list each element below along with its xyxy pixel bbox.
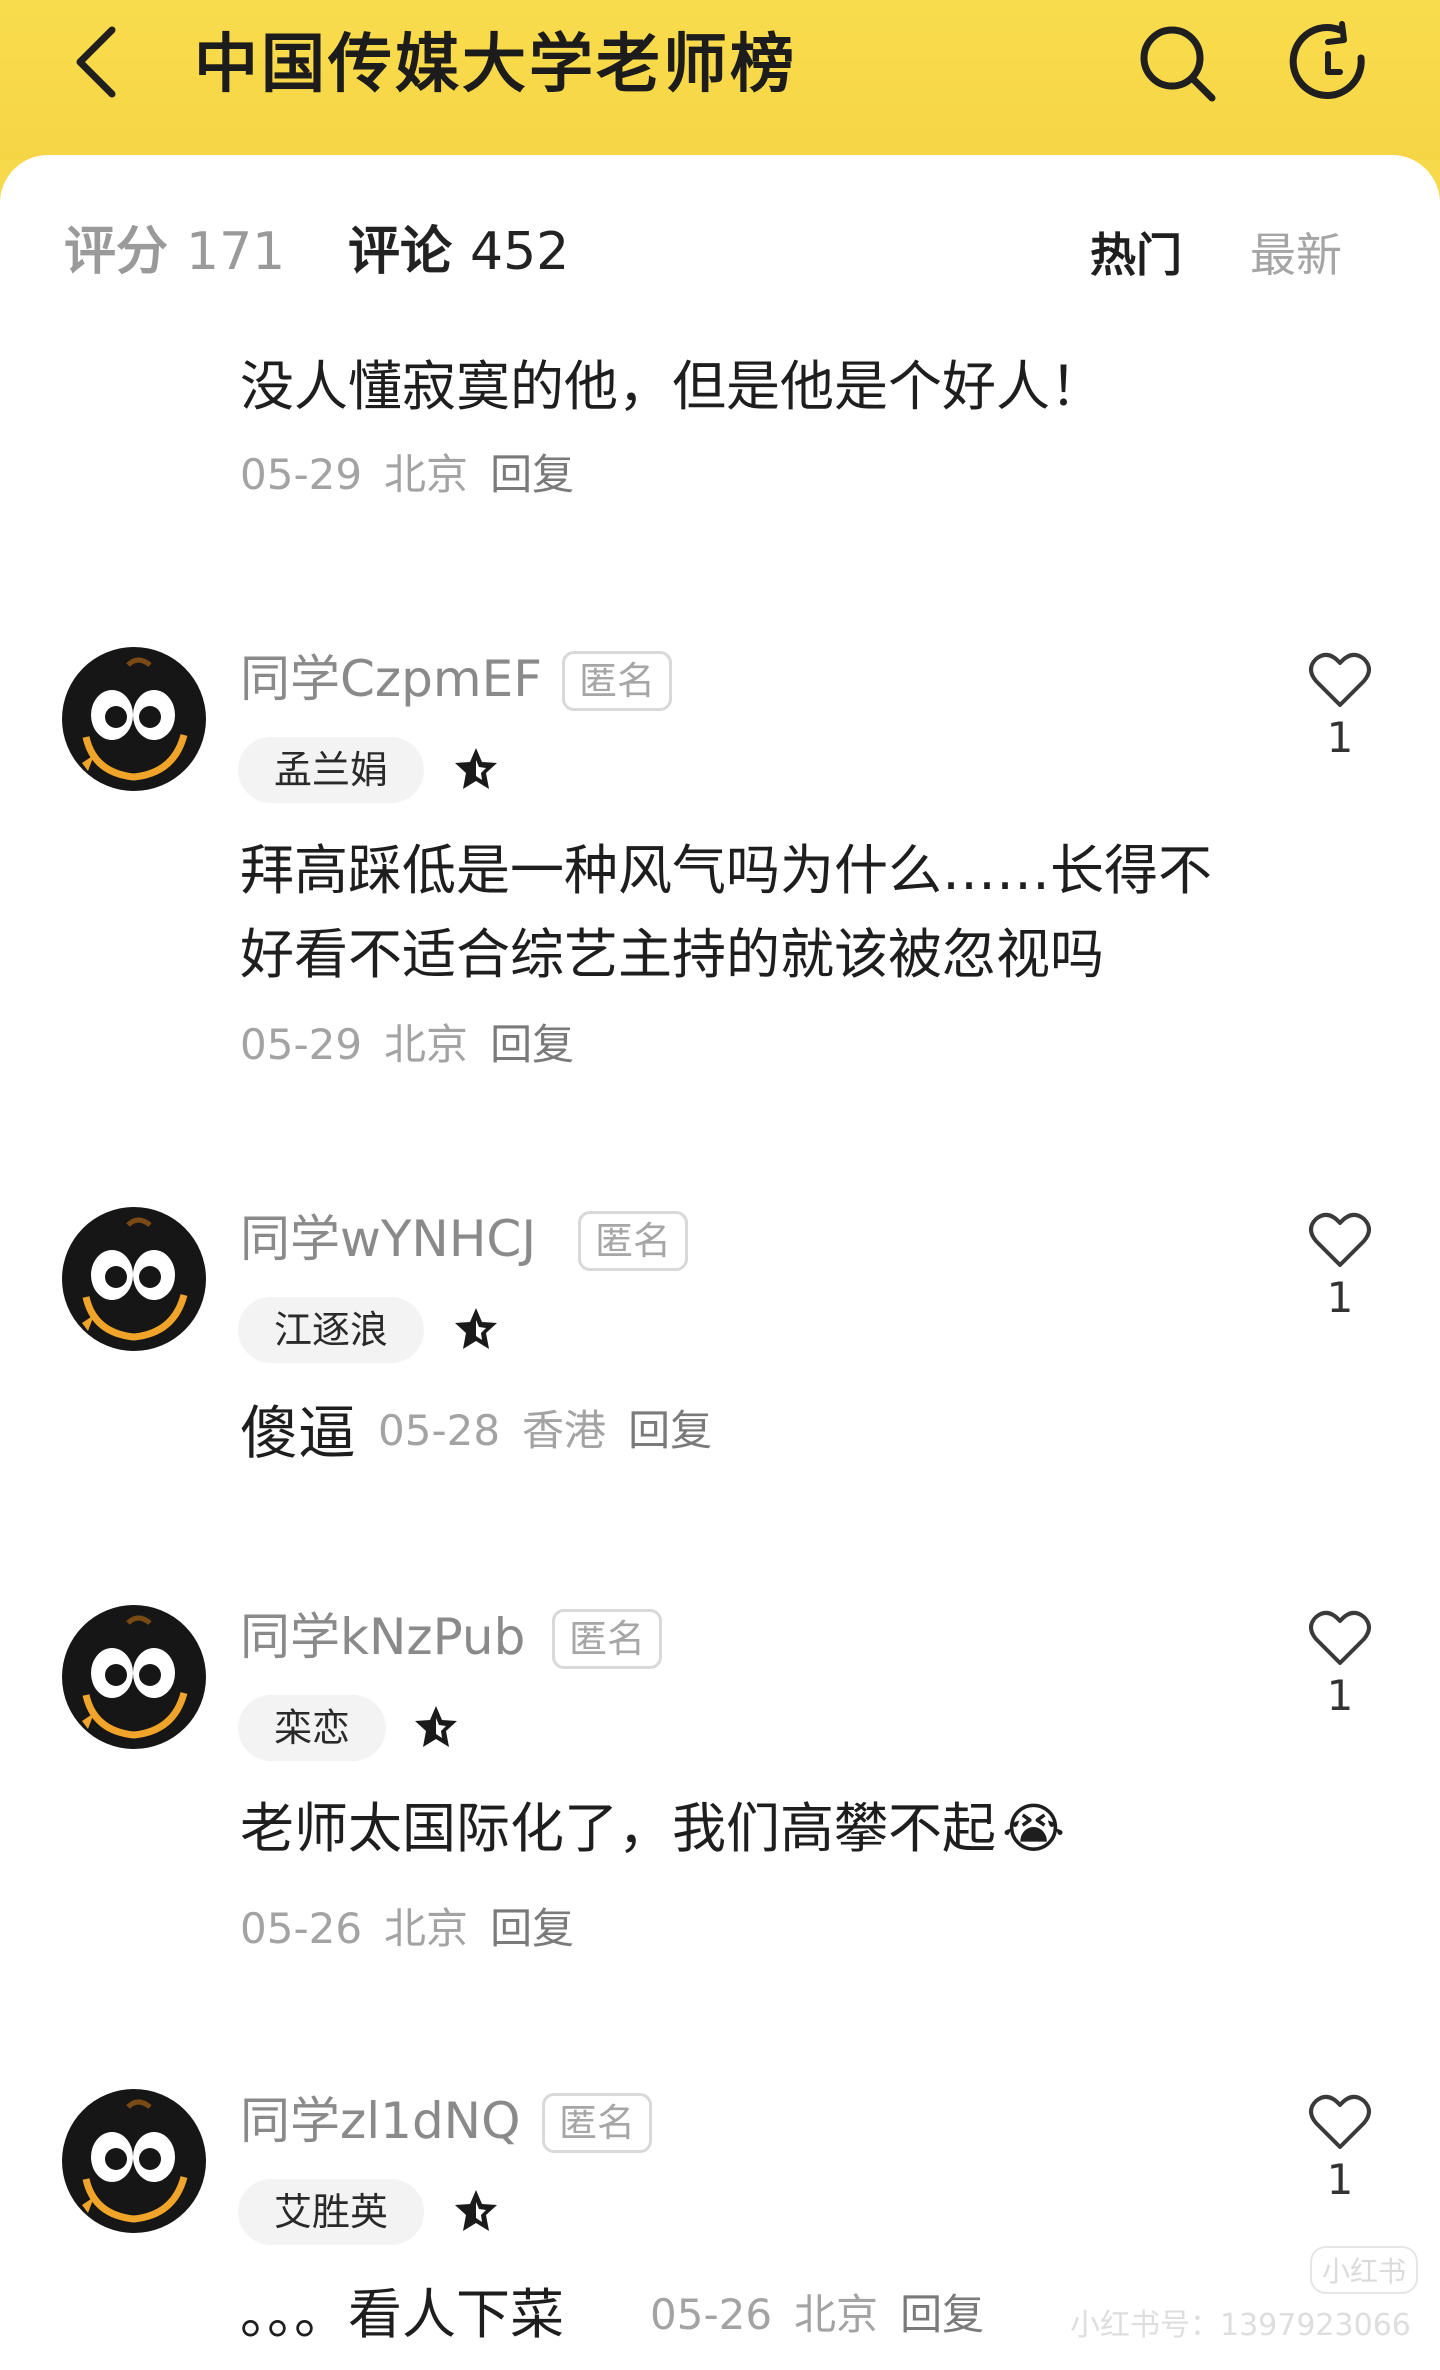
- like-count: 1: [1326, 713, 1354, 762]
- comment-location: 香港: [522, 1406, 607, 1455]
- refresh-icon: [1289, 21, 1365, 99]
- comment-text: 没人懂寂寞的他，但是他是个好人！: [240, 355, 1104, 418]
- comment-meta: 05-29 北京 回复: [240, 1015, 596, 1075]
- anonymous-badge: 匿名: [562, 651, 673, 711]
- sort-new-button[interactable]: 最新: [1250, 225, 1342, 285]
- tab-rating-label: 评分: [64, 222, 169, 282]
- anonymous-badge: 匿名: [542, 2093, 653, 2153]
- comment-username[interactable]: 同学wYNHCJ: [240, 1205, 536, 1273]
- like-count: 1: [1326, 2155, 1354, 2204]
- tab-comments-count: 452: [470, 222, 570, 282]
- comment-username[interactable]: 同学zl1dNQ: [240, 2087, 520, 2155]
- heart-icon[interactable]: [1308, 1211, 1372, 1269]
- comment-text: 。。。看人下菜: [240, 2283, 564, 2346]
- sort-hot-button[interactable]: 热门: [1090, 225, 1182, 285]
- back-button[interactable]: [66, 22, 136, 102]
- star-rating-icon: [455, 1308, 497, 1349]
- comment-location: 北京: [384, 1020, 469, 1069]
- reply-button[interactable]: 回复: [628, 1406, 712, 1455]
- crying-emoji-icon: 😭: [1002, 1797, 1066, 1860]
- heart-icon[interactable]: [1308, 2093, 1372, 2151]
- comment-meta: 05-26 北京 回复: [240, 1899, 596, 1959]
- star-rating-icon: [455, 748, 497, 789]
- tab-comments-label: 评论: [348, 222, 453, 282]
- comment-text-line: 好看不适合综艺主持的就该被忽视吗: [240, 923, 1104, 986]
- comment-date: 05-26: [240, 1904, 363, 1953]
- comment-meta: 05-26 北京 回复: [650, 2285, 1006, 2345]
- reply-button[interactable]: 回复: [490, 450, 574, 499]
- page-title: 中国传媒大学老师榜: [194, 28, 797, 102]
- comment-text: 傻逼: [240, 1399, 357, 1467]
- tab-rating-count: 171: [186, 222, 286, 282]
- comment-date: 05-28: [378, 1406, 501, 1455]
- tab-comments[interactable]: 评论 452: [348, 217, 569, 287]
- comment-text-body: 老师太国际化了，我们高攀不起: [240, 1797, 996, 1860]
- like-count: 1: [1326, 1273, 1354, 1322]
- comment-text: 老师太国际化了，我们高攀不起 😭: [240, 1787, 1065, 1871]
- anonymous-badge: 匿名: [578, 1211, 689, 1271]
- star-rating-icon: [455, 2190, 497, 2231]
- comment-location: 北京: [794, 2290, 879, 2339]
- comment-location: 北京: [384, 1904, 469, 1953]
- comment-date: 05-29: [240, 1020, 363, 1069]
- teacher-tag[interactable]: 栾恋: [238, 1695, 387, 1761]
- comments-panel: 评分 171 评论 452 热门 最新 没人懂寂寞的他，但是他是个好人！ 05-29…: [0, 155, 1440, 2370]
- tab-rating[interactable]: 评分 171: [64, 217, 285, 287]
- heart-icon[interactable]: [1308, 651, 1372, 709]
- heart-icon[interactable]: [1308, 1609, 1372, 1667]
- search-button[interactable]: [1136, 22, 1218, 104]
- avatar[interactable]: [60, 1603, 208, 1751]
- refresh-button[interactable]: [1284, 20, 1370, 106]
- avatar[interactable]: [60, 2087, 208, 2235]
- top-bar: 中国传媒大学老师榜: [0, 0, 1440, 160]
- anonymous-badge: 匿名: [552, 1609, 663, 1669]
- comment-meta: 05-28 香港 回复: [378, 1401, 734, 1461]
- comment-date: 05-26: [650, 2290, 773, 2339]
- teacher-tag[interactable]: 艾胜英: [238, 2179, 425, 2245]
- search-icon: [1140, 26, 1216, 102]
- watermark-logo: 小红书: [1310, 2246, 1419, 2294]
- teacher-tag[interactable]: 江逐浪: [238, 1297, 425, 1363]
- teacher-tag[interactable]: 孟兰娟: [238, 737, 425, 803]
- comment-text-line: 拜高踩低是一种风气吗为什么……长得不: [240, 839, 1212, 902]
- reply-button[interactable]: 回复: [900, 2290, 984, 2339]
- comment-username[interactable]: 同学kNzPub: [240, 1603, 525, 1671]
- comment-meta: 05-29 北京 回复: [240, 445, 596, 505]
- comment-username[interactable]: 同学CzpmEF: [240, 645, 542, 713]
- avatar[interactable]: [60, 645, 208, 793]
- chevron-left-icon: [76, 26, 116, 98]
- reply-button[interactable]: 回复: [490, 1904, 574, 1953]
- watermark-text: 小红书号：1397923066: [1070, 2308, 1411, 2343]
- comment-date: 05-29: [240, 450, 363, 499]
- tabs-row: 评分 171 评论 452 热门 最新: [0, 155, 1440, 345]
- avatar[interactable]: [60, 1205, 208, 1353]
- comment-location: 北京: [384, 450, 469, 499]
- star-rating-icon: [415, 1706, 457, 1747]
- reply-button[interactable]: 回复: [490, 1020, 574, 1069]
- like-count: 1: [1326, 1671, 1354, 1720]
